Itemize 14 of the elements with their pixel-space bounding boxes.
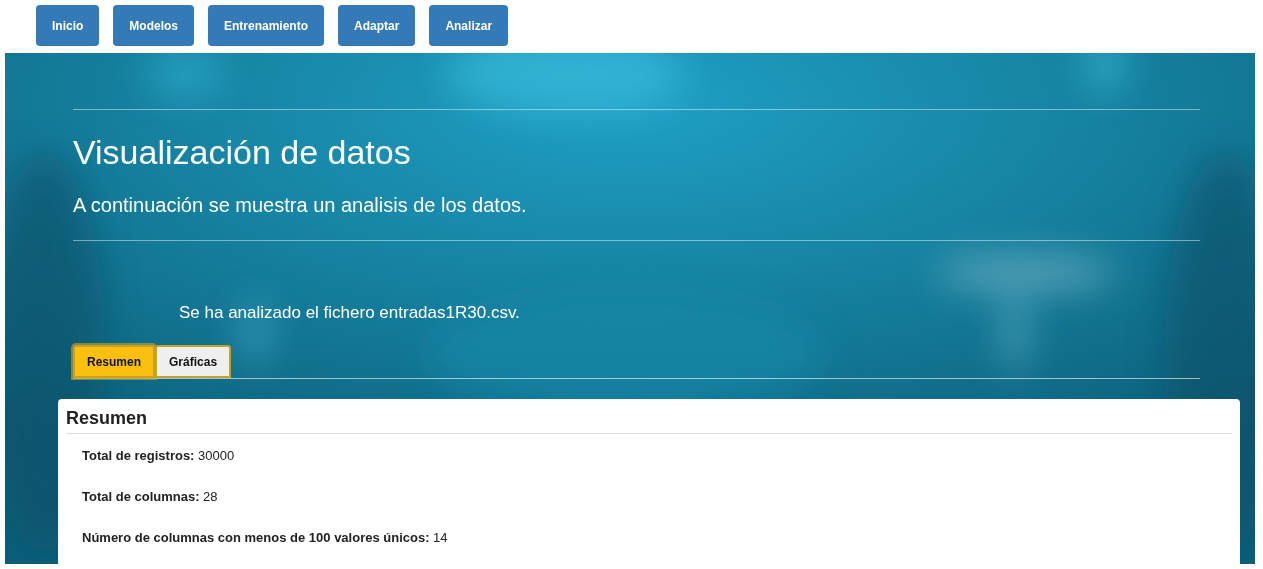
page-title: Visualización de datos xyxy=(73,133,412,172)
tab[interactable]: Gráficas xyxy=(155,345,232,378)
card-title: Resumen xyxy=(66,399,1232,434)
nav-button[interactable]: Analizar xyxy=(429,5,509,46)
stat-line: Número de columnas con menos de 100 valores únicos: 14 xyxy=(82,530,449,545)
nav-button[interactable]: Entrenamiento xyxy=(208,5,325,46)
nav-button[interactable]: Inicio xyxy=(36,5,100,46)
stat-line: Total de columnas: 28 xyxy=(82,489,219,504)
tab[interactable]: Resumen xyxy=(73,345,156,378)
status-message: Se ha analizado el fichero entradas1R30.csv. xyxy=(179,303,521,323)
nav-button[interactable]: Modelos xyxy=(113,5,194,46)
nav-button[interactable]: Adaptar xyxy=(338,5,416,46)
stat-line: Total de registros: 30000 xyxy=(82,448,236,463)
page-subtitle: A continuación se muestra un analisis de los datos. xyxy=(73,194,528,217)
